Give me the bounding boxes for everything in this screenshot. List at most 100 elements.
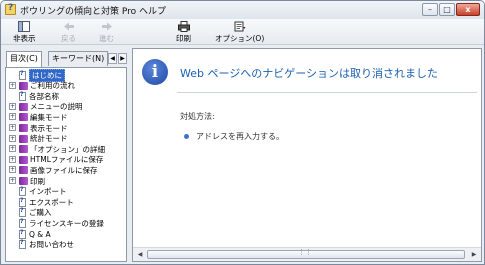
hide-label: 非表示 bbox=[13, 34, 36, 43]
tree-item[interactable]: + 統計モード bbox=[9, 134, 68, 144]
tree-item[interactable]: Q & A bbox=[9, 229, 51, 239]
expand-icon[interactable]: + bbox=[9, 145, 16, 153]
page-heading: Web ページへのナビゲーションは取り消されました bbox=[180, 67, 439, 80]
tab-scroll-right-button[interactable]: ▶ bbox=[118, 53, 127, 64]
tree-item-label: メニューの説明 bbox=[30, 102, 83, 112]
help-page-icon bbox=[19, 239, 26, 250]
content-pane: i Web ページへのナビゲーションは取り消されました 対処方法: アドレスを再… bbox=[132, 48, 482, 262]
expand-icon[interactable]: + bbox=[9, 166, 16, 174]
tree-item[interactable]: ご購入 bbox=[9, 207, 52, 218]
book-icon bbox=[19, 124, 28, 132]
info-icon: i bbox=[142, 59, 168, 85]
options-button[interactable]: オプション(O) bbox=[215, 21, 264, 44]
tab-keyword[interactable]: キーワード(N) bbox=[48, 51, 109, 66]
remedy-item: アドレスを再入力する。 bbox=[184, 131, 284, 142]
tree-item-label: 「オプション」の詳細 bbox=[30, 144, 105, 154]
remedy-item-text: アドレスを再入力する。 bbox=[196, 132, 284, 141]
tree-item[interactable]: + メニューの説明 bbox=[9, 102, 83, 112]
window-title: ボウリングの傾向と対策 Pro ヘルプ bbox=[20, 7, 167, 17]
tab-scroll-left-button[interactable]: ◀ bbox=[108, 53, 117, 64]
close-button[interactable]: x bbox=[456, 3, 480, 16]
printer-icon bbox=[177, 21, 190, 32]
book-icon bbox=[19, 102, 28, 111]
tree-item[interactable]: インポート bbox=[9, 186, 67, 197]
scroll-left-button[interactable]: ◀ bbox=[134, 249, 146, 260]
tree-item-label: ご購入 bbox=[29, 208, 52, 218]
remedy-label: 対処方法: bbox=[180, 112, 215, 121]
book-icon bbox=[19, 166, 28, 175]
tree-item[interactable]: + 表示モード bbox=[9, 123, 68, 133]
tree-item[interactable]: + 編集モード bbox=[9, 112, 68, 122]
tree-item-label: 各部名称 bbox=[29, 91, 59, 101]
expand-icon[interactable]: + bbox=[9, 177, 16, 184]
expand-icon[interactable]: + bbox=[9, 113, 16, 121]
book-icon bbox=[19, 113, 28, 122]
back-arrow-icon bbox=[63, 22, 74, 31]
tree-item-label: ご利用の流れ bbox=[30, 81, 75, 91]
help-page-icon bbox=[19, 197, 26, 207]
tree-item-label: 編集モード bbox=[30, 112, 68, 122]
bullet-icon bbox=[184, 134, 189, 139]
maximize-button[interactable]: □ bbox=[439, 3, 455, 16]
book-icon bbox=[19, 81, 28, 90]
print-button[interactable]: 印刷 bbox=[176, 21, 191, 44]
contents-tree: はじめに+ご利用の流れ各部名称+メニューの説明+編集モード+表示モード+統計モー… bbox=[5, 67, 127, 262]
back-label: 戻る bbox=[61, 34, 76, 43]
book-icon bbox=[19, 155, 28, 164]
tree-item-label: Q & A bbox=[29, 229, 51, 239]
tab-contents[interactable]: 目次(C) bbox=[6, 51, 42, 67]
tree-item-label: ライセンスキーの登録 bbox=[29, 218, 104, 228]
window-controls: – □ x bbox=[422, 3, 480, 16]
tree-item[interactable]: + 印刷 bbox=[9, 176, 45, 186]
scroll-thumb[interactable] bbox=[147, 248, 465, 259]
tree-item[interactable]: はじめに bbox=[9, 68, 65, 82]
hide-pane-icon bbox=[18, 21, 31, 32]
options-icon bbox=[234, 21, 246, 32]
expand-icon[interactable]: + bbox=[9, 134, 16, 142]
tree-item[interactable]: ライセンスキーの登録 bbox=[9, 218, 104, 228]
help-window: ボウリングの傾向と対策 Pro ヘルプ – □ x 非表示 戻る 進む bbox=[0, 0, 485, 265]
hide-button[interactable]: 非表示 bbox=[13, 21, 36, 44]
help-page-icon bbox=[19, 91, 26, 101]
book-icon bbox=[19, 177, 28, 185]
navigation-pane: 目次(C) キーワード(N) ◀ ▶ はじめに+ご利用の流れ各部名称+メニューの… bbox=[5, 48, 127, 262]
tree-item-label: 画像ファイルに保存 bbox=[30, 165, 98, 175]
help-page-icon bbox=[19, 207, 26, 218]
tree-item[interactable]: お問い合わせ bbox=[9, 239, 74, 250]
tab-scroll-arrows: ◀ ▶ bbox=[108, 53, 127, 64]
expand-icon[interactable]: + bbox=[9, 155, 16, 163]
options-label: オプション(O) bbox=[215, 34, 265, 43]
help-app-icon bbox=[5, 3, 16, 15]
tree-item-label: HTMLファイルに保存 bbox=[30, 155, 104, 165]
title-bar[interactable]: ボウリングの傾向と対策 Pro ヘルプ – □ x bbox=[1, 1, 484, 19]
tree-item[interactable]: + 画像ファイルに保存 bbox=[9, 165, 98, 175]
tree-item[interactable]: + 「オプション」の詳細 bbox=[9, 144, 105, 154]
tree-item-label: 統計モード bbox=[30, 134, 68, 144]
help-page-icon bbox=[19, 218, 26, 228]
expand-icon[interactable]: + bbox=[9, 124, 16, 131]
tree-item-label: 表示モード bbox=[30, 123, 68, 133]
heading-divider bbox=[177, 92, 477, 93]
forward-arrow-icon bbox=[101, 22, 112, 31]
back-button[interactable]: 戻る bbox=[61, 21, 76, 44]
expand-icon[interactable]: + bbox=[9, 81, 16, 89]
minimize-button[interactable]: – bbox=[422, 3, 438, 16]
expand-icon[interactable]: + bbox=[9, 102, 16, 110]
tree-item-label: インポート bbox=[29, 187, 67, 197]
tree-item[interactable]: エクスポート bbox=[9, 197, 74, 207]
tree-item[interactable]: 各部名称 bbox=[9, 91, 59, 101]
tree-item[interactable]: + HTMLファイルに保存 bbox=[9, 155, 103, 165]
horizontal-scrollbar[interactable]: ◀ ▶ bbox=[133, 247, 481, 261]
help-page-icon bbox=[19, 70, 26, 80]
book-icon bbox=[19, 145, 28, 154]
scroll-right-button[interactable]: ▶ bbox=[468, 249, 480, 260]
book-icon bbox=[19, 134, 28, 143]
nav-tabs: 目次(C) キーワード(N) ◀ ▶ bbox=[5, 51, 127, 67]
tree-item[interactable]: + ご利用の流れ bbox=[9, 81, 75, 91]
tree-item-label: お問い合わせ bbox=[29, 240, 74, 250]
forward-label: 進む bbox=[99, 34, 114, 43]
toolbar: 非表示 戻る 進む 印刷 オプション(O) bbox=[1, 19, 484, 45]
tree-item-label: エクスポート bbox=[29, 197, 74, 207]
help-page-icon bbox=[19, 186, 26, 197]
forward-button[interactable]: 進む bbox=[99, 21, 114, 44]
